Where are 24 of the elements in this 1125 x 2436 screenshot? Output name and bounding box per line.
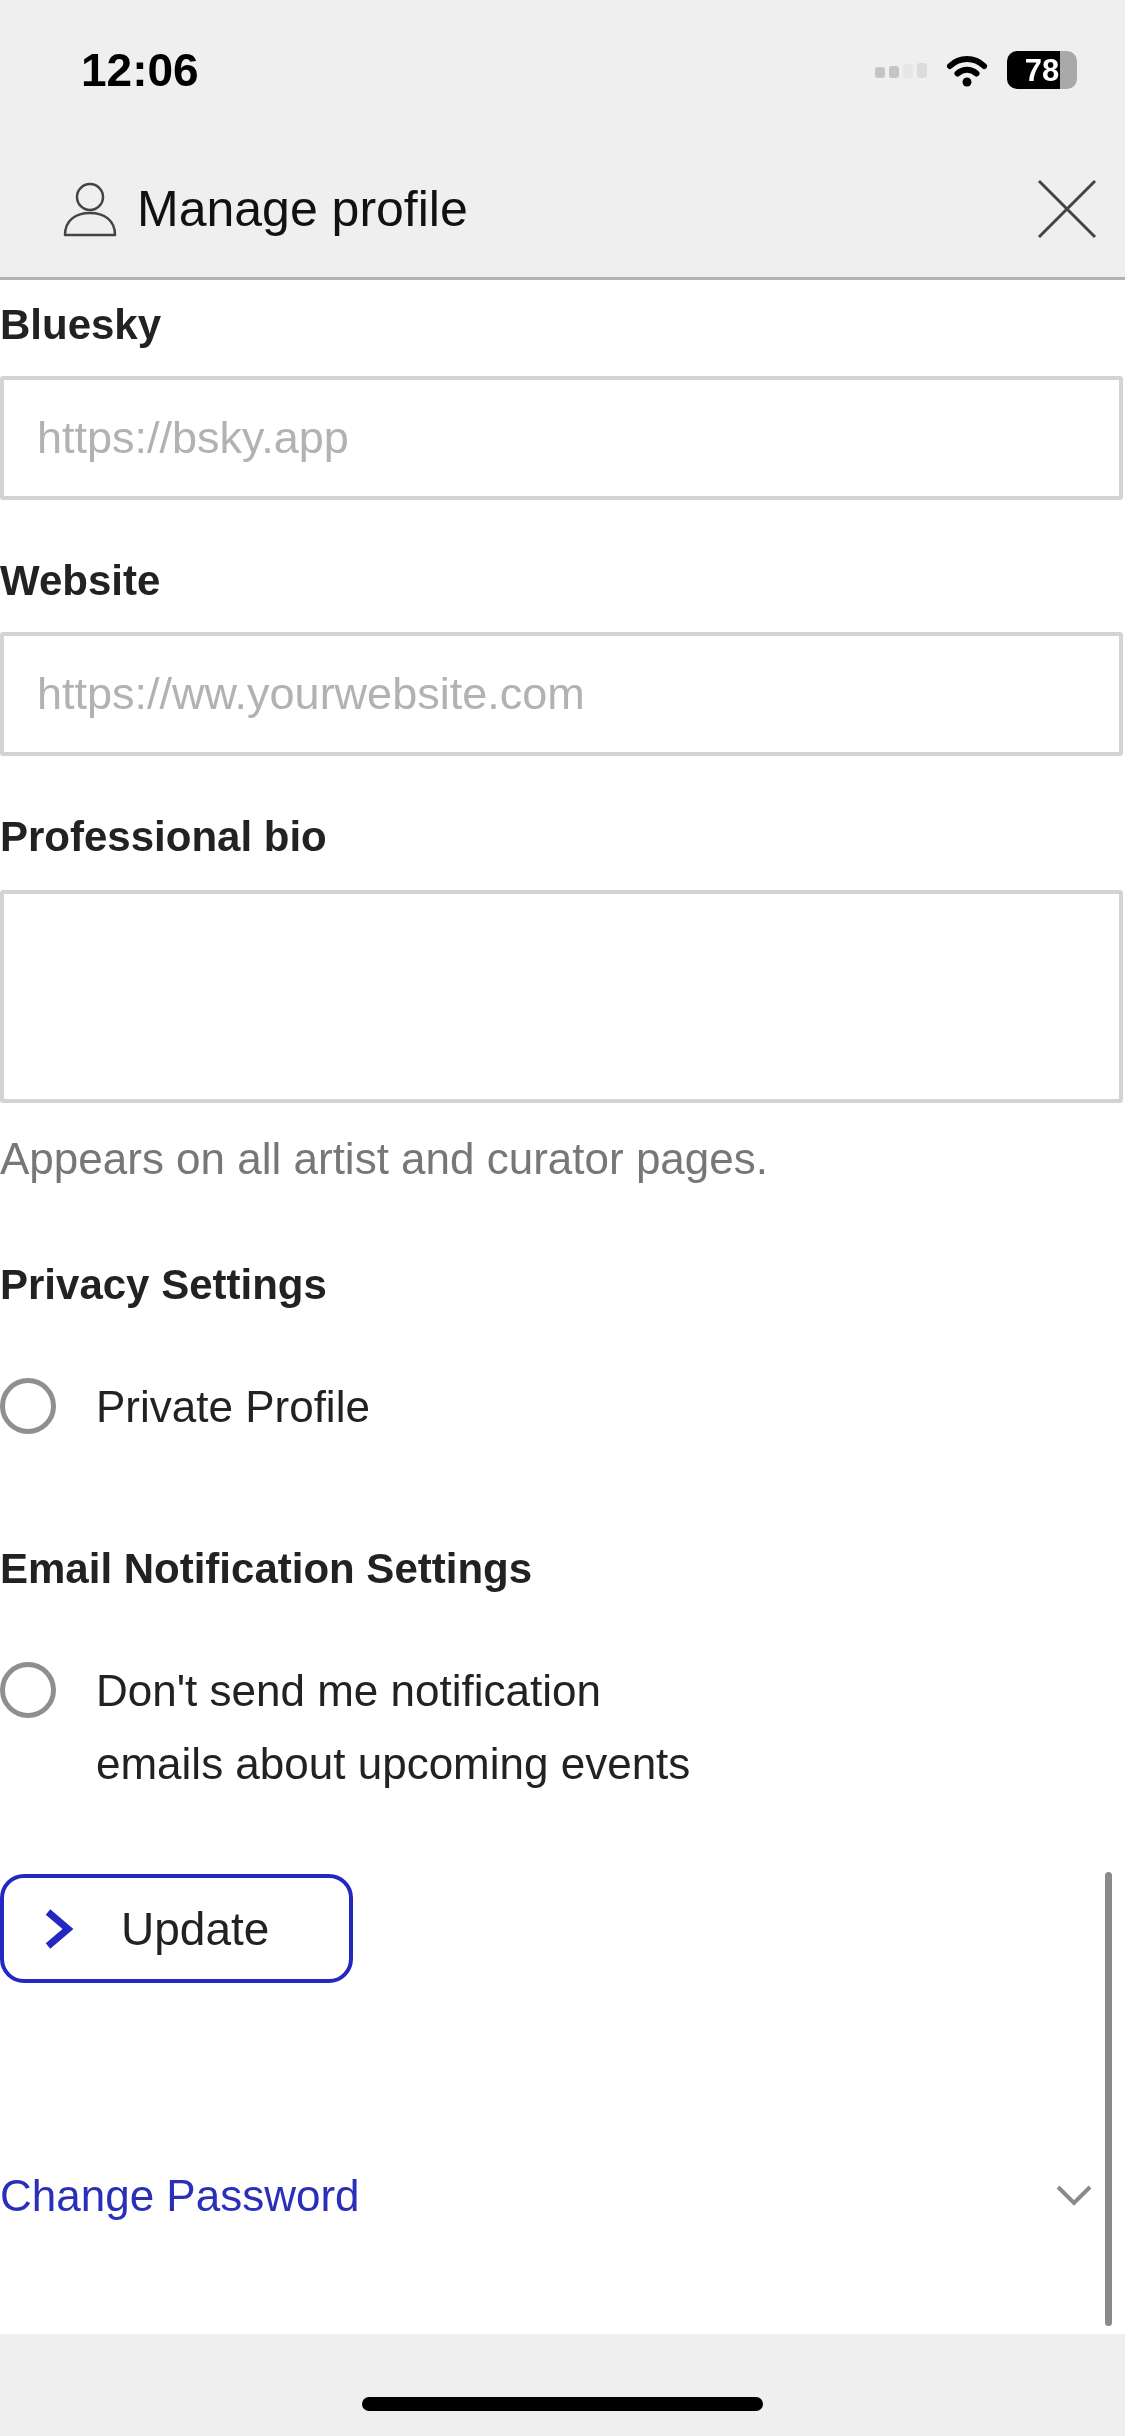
change-password-link[interactable]: Change Password xyxy=(0,2172,360,2220)
radio-label: Don't send me notification emails about upcoming events xyxy=(96,1665,692,1790)
input-field[interactable]: https://bsky.app xyxy=(0,376,1123,500)
update-button[interactable]: Update xyxy=(0,1874,353,1983)
wifi-icon xyxy=(945,53,989,87)
chevron-icon xyxy=(44,1907,74,1950)
status-time: 12:06 xyxy=(81,47,199,93)
radio-label: Private Profile xyxy=(96,1381,370,1433)
close-button[interactable] xyxy=(1037,178,1097,239)
text-area-field[interactable] xyxy=(0,890,1123,1103)
battery-indicator: 78 xyxy=(1007,51,1077,89)
section-heading: Privacy Settings xyxy=(0,1261,328,1309)
field-label: Website xyxy=(0,557,162,605)
helper-text: Appears on all artist and curator pages. xyxy=(0,1135,769,1183)
field-label: Bluesky xyxy=(0,301,163,349)
input-field[interactable]: https://ww.yourwebsite.com xyxy=(0,632,1123,756)
section-heading: Email Notification Settings xyxy=(0,1545,534,1593)
signal-icon xyxy=(875,62,927,78)
header-title: Manage profile xyxy=(137,179,469,239)
person-icon xyxy=(62,180,118,237)
radio-button[interactable] xyxy=(0,1662,56,1718)
close-icon xyxy=(1037,178,1097,239)
radio-button[interactable] xyxy=(0,1378,56,1434)
field-label: Professional bio xyxy=(0,813,328,861)
